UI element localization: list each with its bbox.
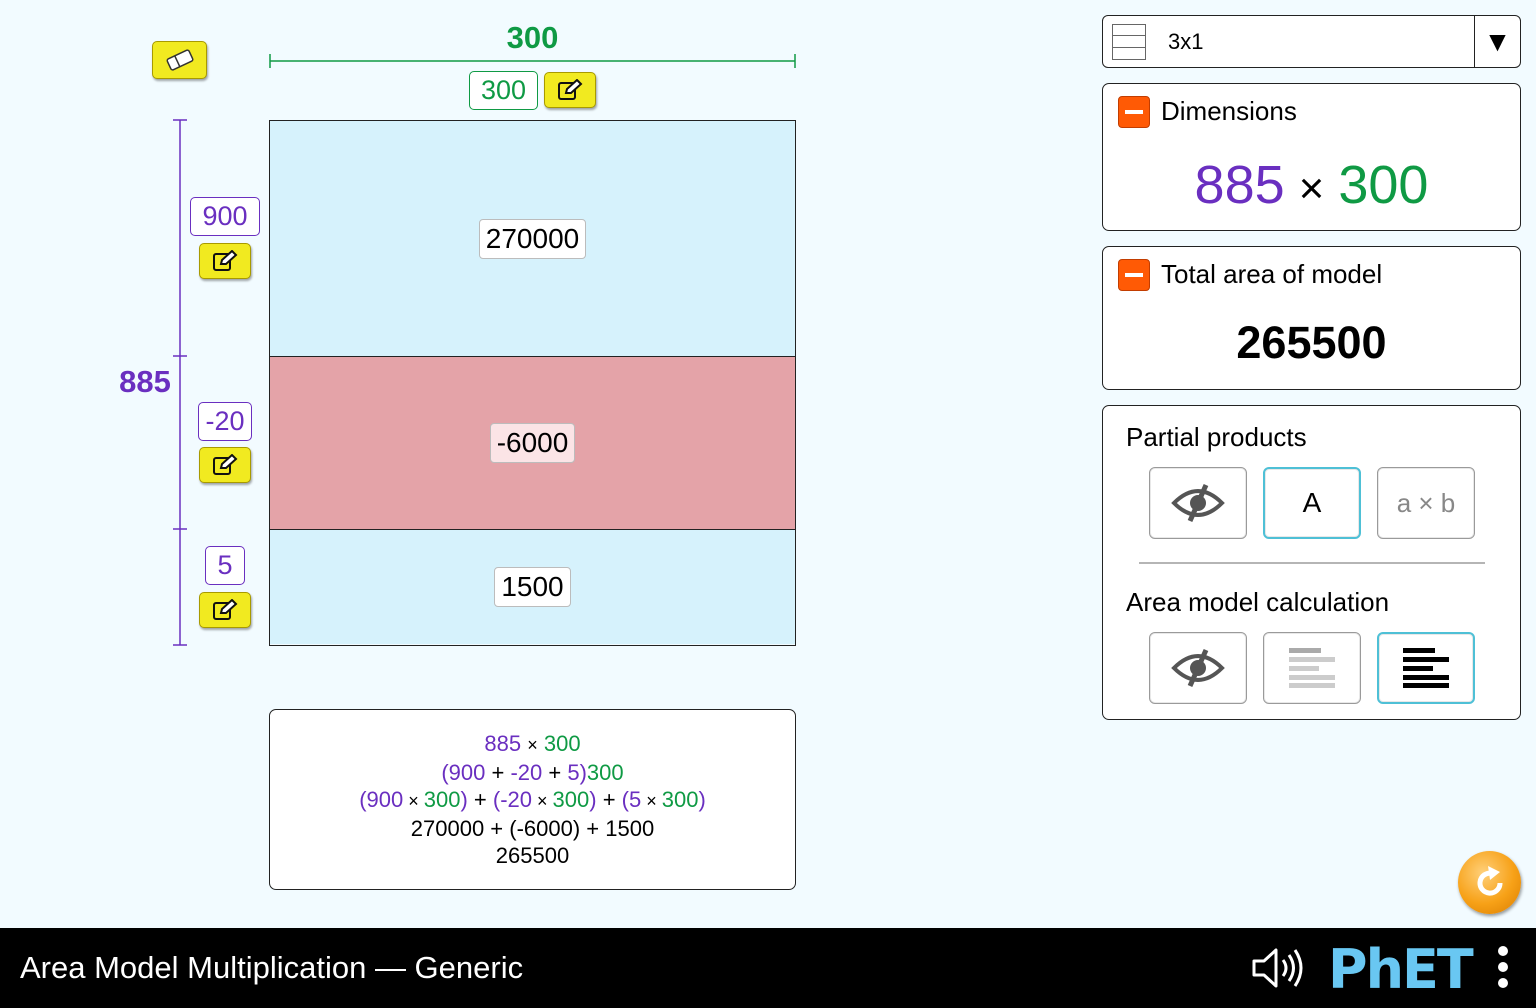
kebab-menu-icon[interactable]: [1494, 946, 1512, 988]
partial-product-label: 270000: [478, 218, 587, 259]
eye-slash-icon: [1171, 648, 1225, 688]
width-dimension-line: [269, 54, 796, 68]
collapse-dimensions-button[interactable]: [1118, 96, 1150, 128]
total-area-value: 265500: [1236, 317, 1387, 368]
reset-all-button[interactable]: [1458, 851, 1521, 914]
pencil-icon: [213, 599, 238, 620]
height-dimension-line: [173, 119, 187, 646]
dropdown-arrow-icon[interactable]: ▼: [1474, 16, 1520, 67]
total-width-label: 300: [506, 20, 559, 55]
width-partition-value[interactable]: 300: [469, 71, 538, 110]
height-partition-value-2[interactable]: -20: [198, 402, 252, 441]
calc-line-4: 270000 + (-6000) + 1500: [410, 816, 655, 841]
eraser-icon: [165, 49, 194, 71]
collapse-total-area-button[interactable]: [1118, 259, 1150, 291]
total-area-panel: Total area of model 265500: [1102, 246, 1521, 390]
calc-line-2: (900 + -20 + 5)300: [441, 760, 624, 785]
panel-divider: [1139, 562, 1485, 564]
display-options-panel: Partial products A a × b Area model calc…: [1102, 405, 1521, 720]
partial-product-label: -6000: [489, 423, 576, 463]
reset-icon: [1477, 865, 1503, 896]
dimensions-value: 885 × 300: [1194, 155, 1429, 215]
edit-height-1-button[interactable]: [199, 243, 251, 279]
area-cell-2: -6000: [270, 357, 795, 530]
partial-products-a-button[interactable]: A: [1263, 467, 1361, 539]
edit-height-3-button[interactable]: [199, 592, 251, 628]
pencil-icon: [213, 250, 238, 271]
calculation-lines-icon: [1289, 648, 1335, 688]
eraser-button[interactable]: [152, 41, 207, 79]
area-cell-1: 270000: [270, 121, 795, 357]
calculation-hide-button[interactable]: [1149, 632, 1247, 704]
dimensions-title: Dimensions: [1161, 96, 1297, 126]
height-partition-value-3[interactable]: 5: [205, 546, 245, 585]
edit-width-button[interactable]: [544, 72, 596, 108]
sound-icon[interactable]: [1250, 945, 1306, 991]
partial-products-hide-button[interactable]: [1149, 467, 1247, 539]
total-height-label: 885: [119, 364, 171, 399]
pencil-icon: [558, 79, 583, 100]
navigation-bar: Area Model Multiplication — Generic PhET: [0, 928, 1536, 1008]
layout-select[interactable]: 3x1 ▼: [1102, 15, 1521, 68]
total-area-title: Total area of model: [1161, 259, 1383, 289]
sim-title: Area Model Multiplication — Generic: [20, 950, 524, 985]
area-cell-3: 1500: [270, 530, 795, 644]
calc-line-5: 265500: [495, 843, 570, 868]
phet-logo[interactable]: PhET: [1328, 938, 1474, 1001]
edit-height-2-button[interactable]: [199, 447, 251, 483]
area-model-calculation-title: Area model calculation: [1126, 587, 1390, 617]
calc-line-1: 885 × 300: [484, 731, 581, 756]
grid-layout-icon: [1112, 23, 1146, 60]
partial-product-label: 1500: [494, 567, 571, 607]
calculation-lines-icon: [1403, 648, 1449, 688]
partial-products-title: Partial products: [1126, 422, 1307, 452]
pencil-icon: [213, 454, 238, 475]
calculation-show-all-button[interactable]: [1377, 632, 1475, 704]
eye-slash-icon: [1171, 483, 1225, 523]
height-partition-value-1[interactable]: 900: [190, 197, 260, 236]
calculation-line-by-line-button[interactable]: [1263, 632, 1361, 704]
dimensions-panel: Dimensions 885 × 300: [1102, 83, 1521, 231]
calculation-box: 885 × 300 (900 + -20 + 5)300 (900 × 300)…: [269, 709, 796, 890]
partial-products-axb-button[interactable]: a × b: [1377, 467, 1475, 539]
area-model-grid: 270000 -6000 1500: [269, 120, 796, 646]
layout-select-value: 3x1: [1168, 28, 1204, 54]
calc-line-3: (900 × 300) + (-20 × 300) + (5 × 300): [359, 787, 706, 812]
